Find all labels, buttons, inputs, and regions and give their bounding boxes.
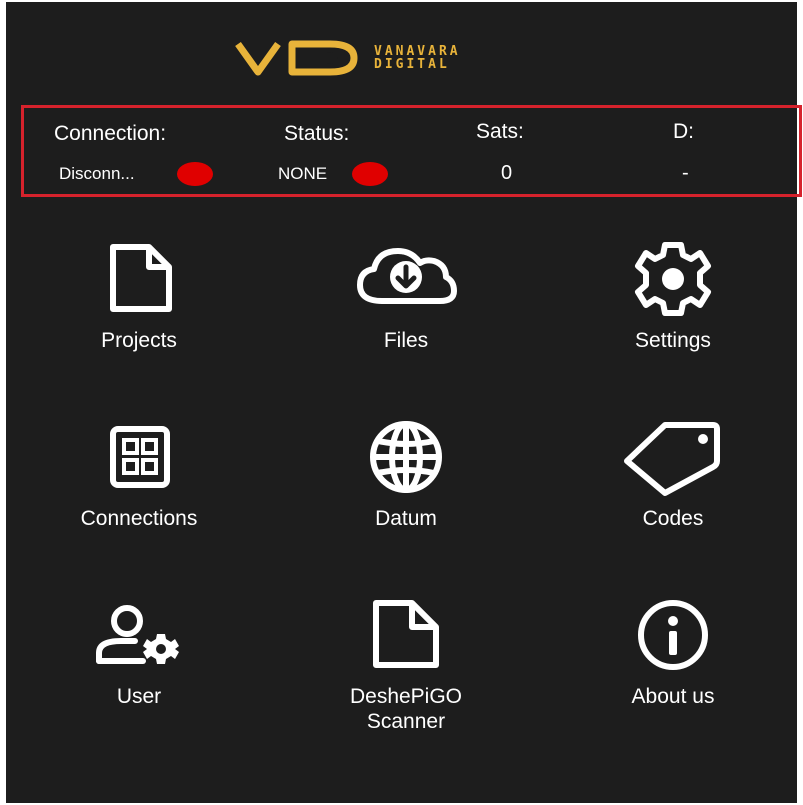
menu-deshepigo-scanner[interactable]: DeshePiGO Scanner [296,594,516,734]
globe-icon [358,416,454,498]
menu-settings[interactable]: Settings [563,238,783,353]
gear-icon [628,238,718,320]
menu-datum[interactable]: Datum [296,416,516,531]
menu-label: User [116,685,162,708]
grid-panel-icon [99,416,179,498]
menu-label: About us [631,685,715,708]
status-indicator [352,162,388,186]
d-label: D: [673,120,694,143]
file-icon [99,238,179,320]
tag-icon [621,416,725,498]
connection-indicator [177,162,213,186]
sats-value: 0 [501,162,513,184]
status-value: NONE [278,164,328,183]
menu-label: Settings [635,329,711,352]
menu-about-us[interactable]: About us [563,594,783,709]
vd-logo-icon [235,40,358,76]
cloud-download-icon [354,238,458,320]
menu-label: Files [383,329,429,352]
menu-codes[interactable]: Codes [563,416,783,531]
menu-label: Datum [375,507,437,530]
menu-files[interactable]: Files [296,238,516,353]
sats-label: Sats: [476,120,524,143]
status-panel: Connection: Disconn... Status: NONE Sats… [21,105,802,197]
menu-label: Projects [101,329,177,352]
file-icon [366,594,446,676]
brand-logo: VANAVARA DIGITAL [234,38,461,78]
menu-connections[interactable]: Connections [29,416,249,531]
brand-line-2: DIGITAL [374,57,450,72]
menu-label: Connections [80,507,198,530]
menu-user[interactable]: User [29,594,249,709]
menu-label: DeshePiGO Scanner [349,685,463,733]
d-value: - [682,162,689,184]
connection-value: Disconn... [59,164,135,183]
user-settings-icon [87,594,191,676]
connection-label: Connection: [54,122,167,145]
status-label: Status: [284,122,350,145]
menu-projects[interactable]: Projects [29,238,249,353]
info-icon [628,594,718,676]
app-screen: VANAVARA DIGITAL Connection: Disconn... … [6,2,802,803]
menu-label: Codes [642,507,704,530]
